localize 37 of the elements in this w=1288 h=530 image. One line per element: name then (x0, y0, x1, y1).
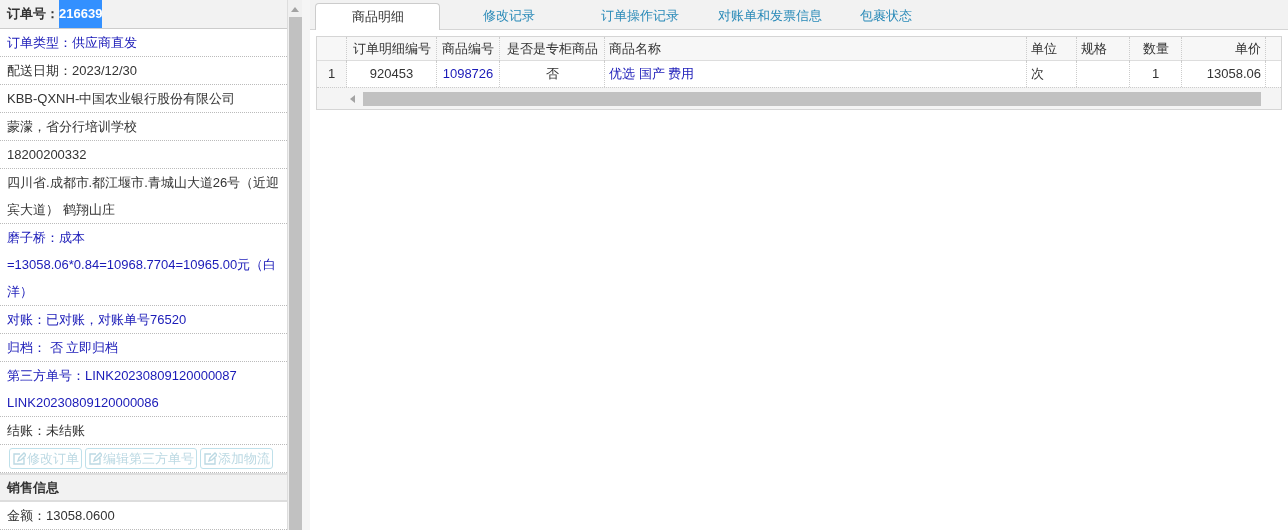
info-text: 磨子桥：成本=13058.06*0.84=10968.7704=10965.00元（白洋） (0, 224, 287, 307)
column-header: 数量 (1130, 37, 1182, 61)
section-header: 销售信息 (0, 473, 287, 502)
info-text: 对账：已对账，对账单号76520 (0, 306, 287, 335)
info-text: 订单类型：供应商直发 (0, 29, 287, 58)
column-header: 商品名称 (605, 37, 1027, 61)
info-text: 第三方单号：LINK20230809120000087 LINK20230809120000086 (0, 362, 287, 418)
info-text: 配送日期：2023/12/30 (0, 57, 287, 86)
order-number: 216639 (59, 0, 103, 29)
tab[interactable]: 商品明细 (315, 3, 440, 30)
info-text: 金额：13058.0600 (0, 502, 287, 530)
column-header: 单价 (1182, 37, 1266, 61)
scroll-left-icon[interactable] (349, 94, 355, 103)
tab[interactable]: 订单操作记录 (578, 2, 702, 29)
column-header: 订单明细编号 (347, 37, 437, 61)
info-text: KBB-QXNH-中国农业银行股份有限公司 (0, 85, 287, 114)
column-header: 是否是专柜商品 (500, 37, 605, 61)
edit-icon (88, 451, 102, 466)
column-header: 单位 (1027, 37, 1077, 61)
order-number-label: 订单号： (7, 5, 59, 24)
scroll-up-icon[interactable] (291, 6, 299, 12)
tab[interactable]: 修改记录 (440, 2, 578, 29)
splitter[interactable] (302, 0, 310, 530)
edit-icon (12, 451, 26, 466)
column-header: 规格 (1077, 37, 1130, 61)
info-text: 蒙濛，省分行培训学校 (0, 113, 287, 142)
info-text: 结账：未结账 (0, 417, 287, 446)
row-number: 1 (317, 61, 347, 87)
info-text: 四川省.成都市.都江堰市.青城山大道26号（近迎宾大道） 鹤翔山庄 (0, 169, 287, 225)
tab[interactable]: 对账单和发票信息 (702, 2, 838, 29)
tab[interactable]: 包裹状态 (838, 2, 933, 29)
info-text: 归档： 否 立即归档 (0, 334, 287, 363)
info-text: 18200200332 (0, 141, 287, 170)
scrollbar-thumb[interactable] (363, 91, 1261, 106)
column-header: 商品编号 (437, 37, 500, 61)
horizontal-scrollbar[interactable] (317, 87, 1281, 109)
edit-icon (203, 451, 217, 466)
